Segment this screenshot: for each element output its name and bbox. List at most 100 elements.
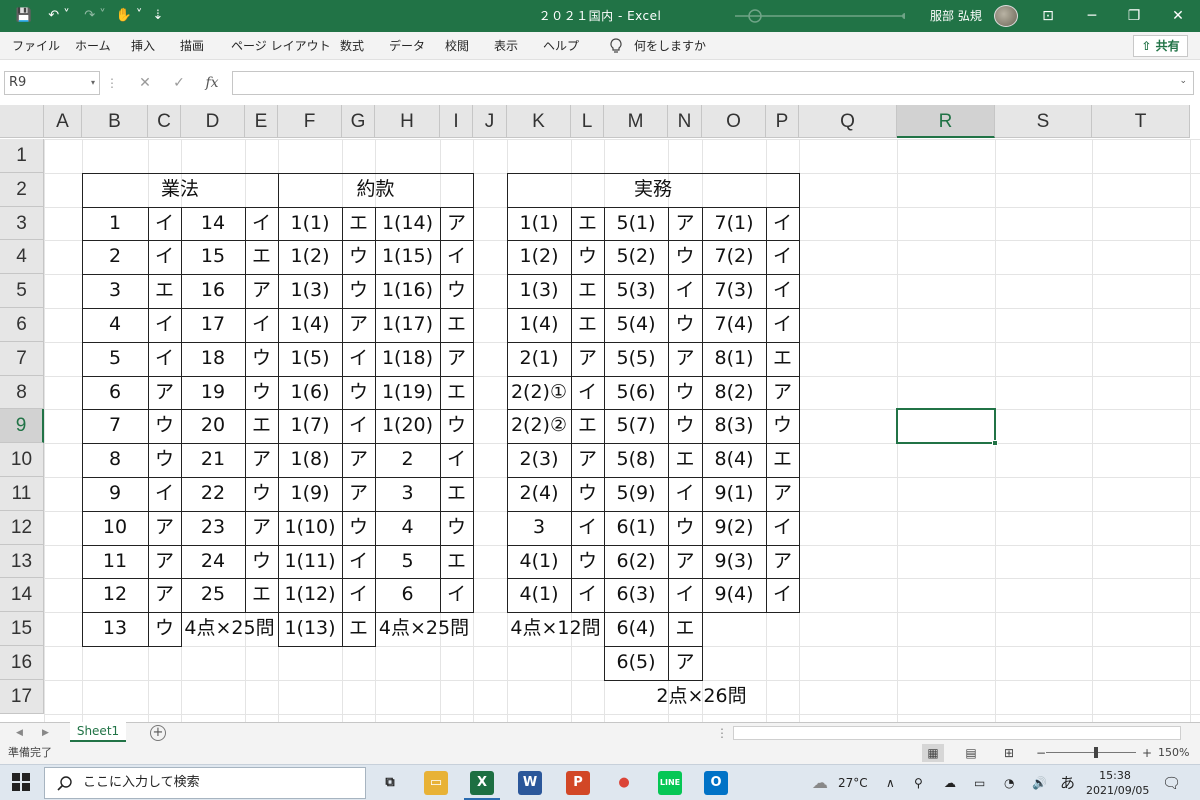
column-header-g[interactable]: G — [342, 105, 375, 138]
gyoho-cell[interactable]: イ — [148, 240, 181, 274]
taskbar-search-input[interactable]: ここに入力して検索 — [44, 767, 366, 799]
formula-input[interactable]: ⌄ — [232, 71, 1194, 95]
taskbar-explorer-icon[interactable]: ▭ — [424, 771, 448, 795]
gyoho-cell[interactable]: 2 — [82, 240, 148, 274]
yakkan-cell[interactable]: イ — [440, 240, 473, 274]
yakkan-cell[interactable]: 1(12) — [278, 578, 342, 612]
jitsumu-cell[interactable]: イ — [668, 578, 702, 612]
yakkan-cell[interactable]: 1(9) — [278, 477, 342, 511]
clock[interactable]: 15:38 2021/09/05 — [1086, 768, 1149, 798]
jitsumu-cell[interactable]: イ — [766, 274, 799, 308]
jitsumu-cell[interactable]: 8(1) — [702, 342, 766, 376]
tab-review[interactable]: 校閲 — [445, 32, 469, 60]
jitsumu-cell[interactable]: 1(4) — [507, 308, 571, 342]
gyoho-cell[interactable]: 19 — [181, 376, 245, 410]
select-all-button[interactable] — [0, 105, 44, 138]
jitsumu-cell[interactable]: 6(3) — [604, 578, 668, 612]
jitsumu-cell[interactable]: イ — [766, 240, 799, 274]
summary-jitsumu-1[interactable]: 4点×12問 — [507, 612, 604, 646]
yakkan-cell[interactable]: 1(20) — [375, 409, 440, 443]
gyoho-cell[interactable]: 14 — [181, 207, 245, 241]
gyoho-cell[interactable]: 7 — [82, 409, 148, 443]
yakkan-cell[interactable]: ウ — [440, 511, 473, 545]
yakkan-cell[interactable]: エ — [440, 308, 473, 342]
taskbar-line-icon[interactable]: LINE — [658, 771, 682, 795]
gyoho-cell[interactable]: 6 — [82, 376, 148, 410]
chevron-down-icon[interactable]: ▾ — [91, 72, 95, 94]
jitsumu-cell[interactable]: 5(8) — [604, 443, 668, 477]
volume-icon[interactable]: 🔊 — [1032, 765, 1047, 800]
touch-mode-icon[interactable]: ✋ ˅ — [112, 0, 146, 32]
yakkan-cell[interactable]: イ — [342, 409, 375, 443]
jitsumu-cell[interactable]: 5(2) — [604, 240, 668, 274]
gyoho-cell[interactable]: ア — [148, 578, 181, 612]
jitsumu-cell[interactable]: 8(2) — [702, 376, 766, 410]
column-header-p[interactable]: P — [766, 105, 799, 138]
gyoho-cell[interactable]: 21 — [181, 443, 245, 477]
jitsumu-cell[interactable]: イ — [766, 511, 799, 545]
row-header-6[interactable]: 6 — [0, 308, 44, 342]
jitsumu-cell[interactable]: ア — [668, 646, 702, 680]
yakkan-cell[interactable]: 1(1) — [278, 207, 342, 241]
normal-view-icon[interactable]: ▦ — [922, 744, 944, 762]
column-header-n[interactable]: N — [668, 105, 702, 138]
zoom-level[interactable]: 150% — [1158, 742, 1189, 764]
minimize-button[interactable]: ─ — [1070, 0, 1114, 32]
ime-indicator[interactable]: あ — [1060, 765, 1075, 800]
gyoho-cell[interactable]: ウ — [148, 612, 181, 646]
yakkan-cell[interactable]: 6 — [375, 578, 440, 612]
jitsumu-cell[interactable]: ウ — [571, 545, 604, 579]
row-header-8[interactable]: 8 — [0, 375, 44, 410]
gyoho-cell[interactable]: 1 — [82, 207, 148, 241]
jitsumu-cell[interactable]: ア — [766, 376, 799, 410]
column-header-c[interactable]: C — [148, 105, 181, 138]
jitsumu-cell[interactable]: 6(5) — [604, 646, 668, 680]
column-header-t[interactable]: T — [1092, 105, 1190, 138]
row-header-11[interactable]: 11 — [0, 477, 44, 511]
jitsumu-cell[interactable]: ア — [571, 443, 604, 477]
jitsumu-cell[interactable]: 6(1) — [604, 511, 668, 545]
gyoho-cell[interactable]: エ — [245, 240, 278, 274]
row-header-3[interactable]: 3 — [0, 206, 44, 241]
gyoho-cell[interactable]: 20 — [181, 409, 245, 443]
yakkan-cell[interactable]: ア — [342, 308, 375, 342]
gyoho-cell[interactable]: イ — [148, 308, 181, 342]
yakkan-cell[interactable]: 1(4) — [278, 308, 342, 342]
enter-icon[interactable]: ✓ — [168, 71, 190, 95]
row-header-7[interactable]: 7 — [0, 341, 44, 376]
column-header-h[interactable]: H — [375, 105, 440, 138]
tab-formulas[interactable]: 数式 — [340, 32, 364, 60]
yakkan-cell[interactable]: 3 — [375, 477, 440, 511]
taskbar-task-view-icon[interactable]: ⧉ — [378, 771, 402, 795]
yakkan-cell[interactable]: 1(6) — [278, 376, 342, 410]
gyoho-cell[interactable]: 4 — [82, 308, 148, 342]
gyoho-cell[interactable]: ア — [245, 274, 278, 308]
gyoho-cell[interactable]: ウ — [148, 443, 181, 477]
column-header-j[interactable]: J — [473, 105, 507, 138]
yakkan-cell[interactable]: 1(18) — [375, 342, 440, 376]
jitsumu-cell[interactable]: ウ — [766, 409, 799, 443]
gyoho-cell[interactable]: 16 — [181, 274, 245, 308]
jitsumu-cell[interactable]: エ — [571, 274, 604, 308]
row-header-10[interactable]: 10 — [0, 443, 44, 477]
jitsumu-cell[interactable]: ア — [571, 342, 604, 376]
jitsumu-cell[interactable]: ア — [668, 545, 702, 579]
jitsumu-cell[interactable]: 4(1) — [507, 578, 571, 612]
gyoho-cell[interactable]: ア — [148, 376, 181, 410]
column-header-b[interactable]: B — [82, 105, 148, 138]
gyoho-cell[interactable]: 11 — [82, 545, 148, 579]
yakkan-cell[interactable]: イ — [342, 578, 375, 612]
gyoho-cell[interactable]: 3 — [82, 274, 148, 308]
name-box[interactable]: R9 ▾ — [4, 71, 100, 95]
gyoho-cell[interactable]: エ — [245, 578, 278, 612]
tab-data[interactable]: データ — [389, 32, 425, 60]
gyoho-cell[interactable]: イ — [148, 477, 181, 511]
gyoho-cell[interactable]: ア — [245, 443, 278, 477]
gyoho-cell[interactable]: 24 — [181, 545, 245, 579]
column-header-s[interactable]: S — [995, 105, 1092, 138]
show-hidden-icons-icon[interactable]: ∧ — [886, 765, 895, 800]
jitsumu-cell[interactable]: ア — [766, 477, 799, 511]
avatar[interactable] — [994, 5, 1018, 27]
column-header-f[interactable]: F — [278, 105, 342, 138]
yakkan-cell[interactable]: ウ — [342, 240, 375, 274]
